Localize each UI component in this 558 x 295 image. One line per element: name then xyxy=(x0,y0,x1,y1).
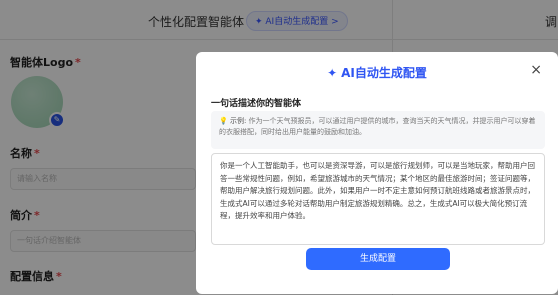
description-heading: 一句话描述你的智能体 xyxy=(211,99,302,109)
modal-title-text: AI自动生成配置 xyxy=(341,66,427,80)
example-hint: 💡 示例: 作为一个天气预报员，可以通过用户提供的城市，查询当天的天气情况，并提… xyxy=(211,111,545,149)
close-icon[interactable]: × xyxy=(530,62,542,78)
description-textarea[interactable]: 你是一个人工智能助手，也可以是资深导游，可以是旅行规划师，可以是当地玩家，帮助用… xyxy=(211,153,545,245)
generate-config-button[interactable]: 生成配置 xyxy=(306,248,450,270)
modal-title: ✦ AI自动生成配置 xyxy=(196,64,558,81)
sparkle-icon: ✦ xyxy=(327,66,338,80)
bulb-icon: 💡 xyxy=(219,117,228,125)
ai-config-modal: ✦ AI自动生成配置 × 一句话描述你的智能体 💡 示例: 作为一个天气预报员，可… xyxy=(196,52,558,294)
example-text: 作为一个天气预报员，可以通过用户提供的城市，查询当天的天气情况，并提示用户可以穿… xyxy=(219,117,536,136)
example-label: 示例: xyxy=(229,117,247,125)
